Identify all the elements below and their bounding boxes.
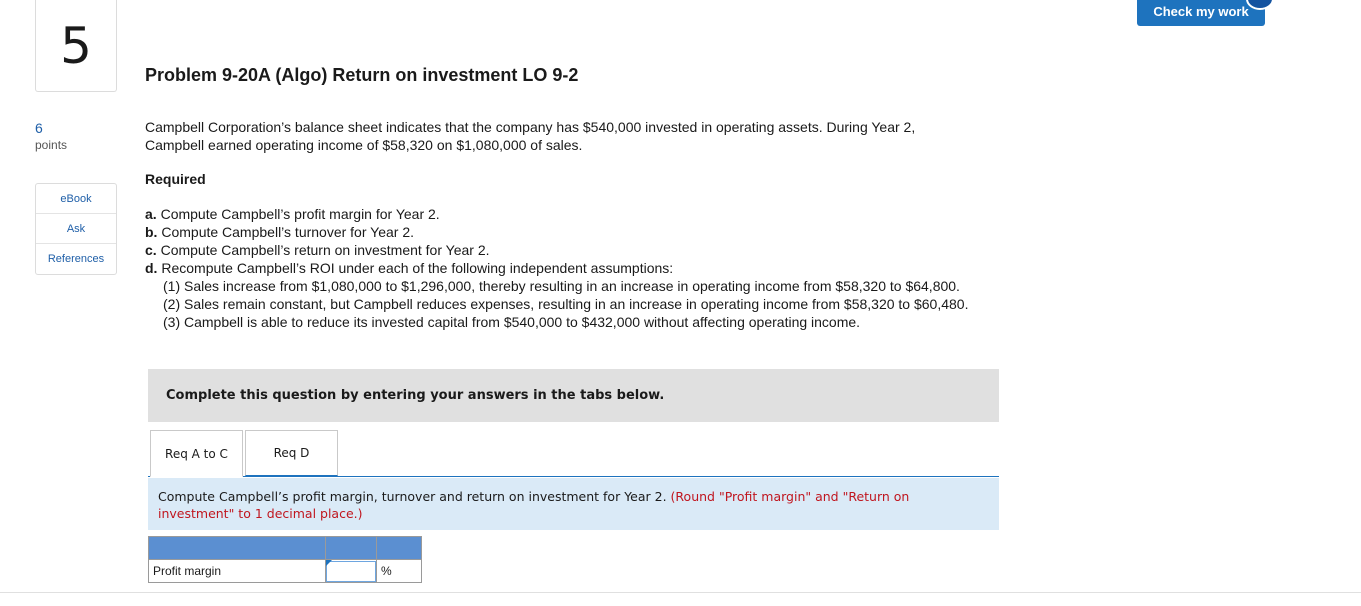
problem-intro: Campbell Corporation’s balance sheet ind…	[145, 118, 1045, 154]
intro-line: Campbell Corporation’s balance sheet ind…	[145, 119, 916, 135]
answer-table: Profit margin %	[148, 536, 422, 583]
required-heading: Required	[145, 171, 206, 187]
req-text: Compute Campbell’s turnover for Year 2.	[157, 224, 414, 240]
req-text: Compute Campbell’s return on investment …	[156, 242, 490, 258]
question-number: 5	[35, 0, 117, 92]
requirement-a: a. Compute Campbell’s profit margin for …	[145, 205, 1125, 223]
table-row: Profit margin %	[148, 559, 422, 583]
unit-percent: %	[376, 559, 422, 583]
bottom-navigation-bar	[0, 592, 1361, 606]
points-value: 6	[35, 120, 43, 136]
points-label: points	[35, 138, 68, 152]
check-my-work-button[interactable]: Check my work	[1137, 0, 1265, 26]
req-letter: b.	[145, 224, 158, 240]
tab-req-a-to-c[interactable]: Req A to C	[150, 430, 243, 477]
instruction-text: Compute Campbell’s profit margin, turnov…	[158, 489, 667, 504]
requirement-b: b. Compute Campbell’s turnover for Year …	[145, 223, 1125, 241]
requirement-d: d. Recompute Campbell’s ROI under each o…	[145, 259, 1125, 277]
header-cell	[148, 536, 326, 560]
req-letter: d.	[145, 260, 158, 276]
header-cell	[325, 536, 377, 560]
input-marker-icon	[326, 560, 332, 566]
assumption-2: (2) Sales remain constant, but Campbell …	[163, 296, 969, 312]
profit-margin-input[interactable]	[326, 560, 376, 582]
tab-instruction: Compute Campbell’s profit margin, turnov…	[148, 478, 999, 530]
tab-req-d[interactable]: Req D	[245, 430, 338, 476]
intro-line: Campbell earned operating income of $58,…	[145, 137, 583, 153]
references-link[interactable]: References	[36, 244, 116, 274]
assumption-1: (1) Sales increase from $1,080,000 to $1…	[163, 278, 960, 294]
req-text: Recompute Campbell’s ROI under each of t…	[157, 260, 674, 276]
row-label-profit-margin: Profit margin	[148, 559, 326, 583]
ebook-link[interactable]: eBook	[36, 184, 116, 214]
header-cell	[376, 536, 422, 560]
side-tools-panel: eBook Ask References	[35, 183, 117, 275]
req-letter: a.	[145, 206, 157, 222]
problem-title: Problem 9-20A (Algo) Return on investmen…	[145, 65, 579, 85]
ask-link[interactable]: Ask	[36, 214, 116, 244]
tab-divider	[148, 476, 999, 477]
assumption-3: (3) Campbell is able to reduce its inves…	[163, 314, 861, 330]
requirement-c: c. Compute Campbell’s return on investme…	[145, 241, 1125, 259]
req-letter: c.	[145, 242, 157, 258]
requirements-list: a. Compute Campbell’s profit margin for …	[145, 205, 1125, 331]
answer-cell	[325, 559, 377, 583]
req-text: Compute Campbell’s profit margin for Yea…	[156, 206, 440, 222]
answer-table-header	[148, 536, 422, 560]
tabs-instruction-bar: Complete this question by entering your …	[148, 369, 999, 422]
